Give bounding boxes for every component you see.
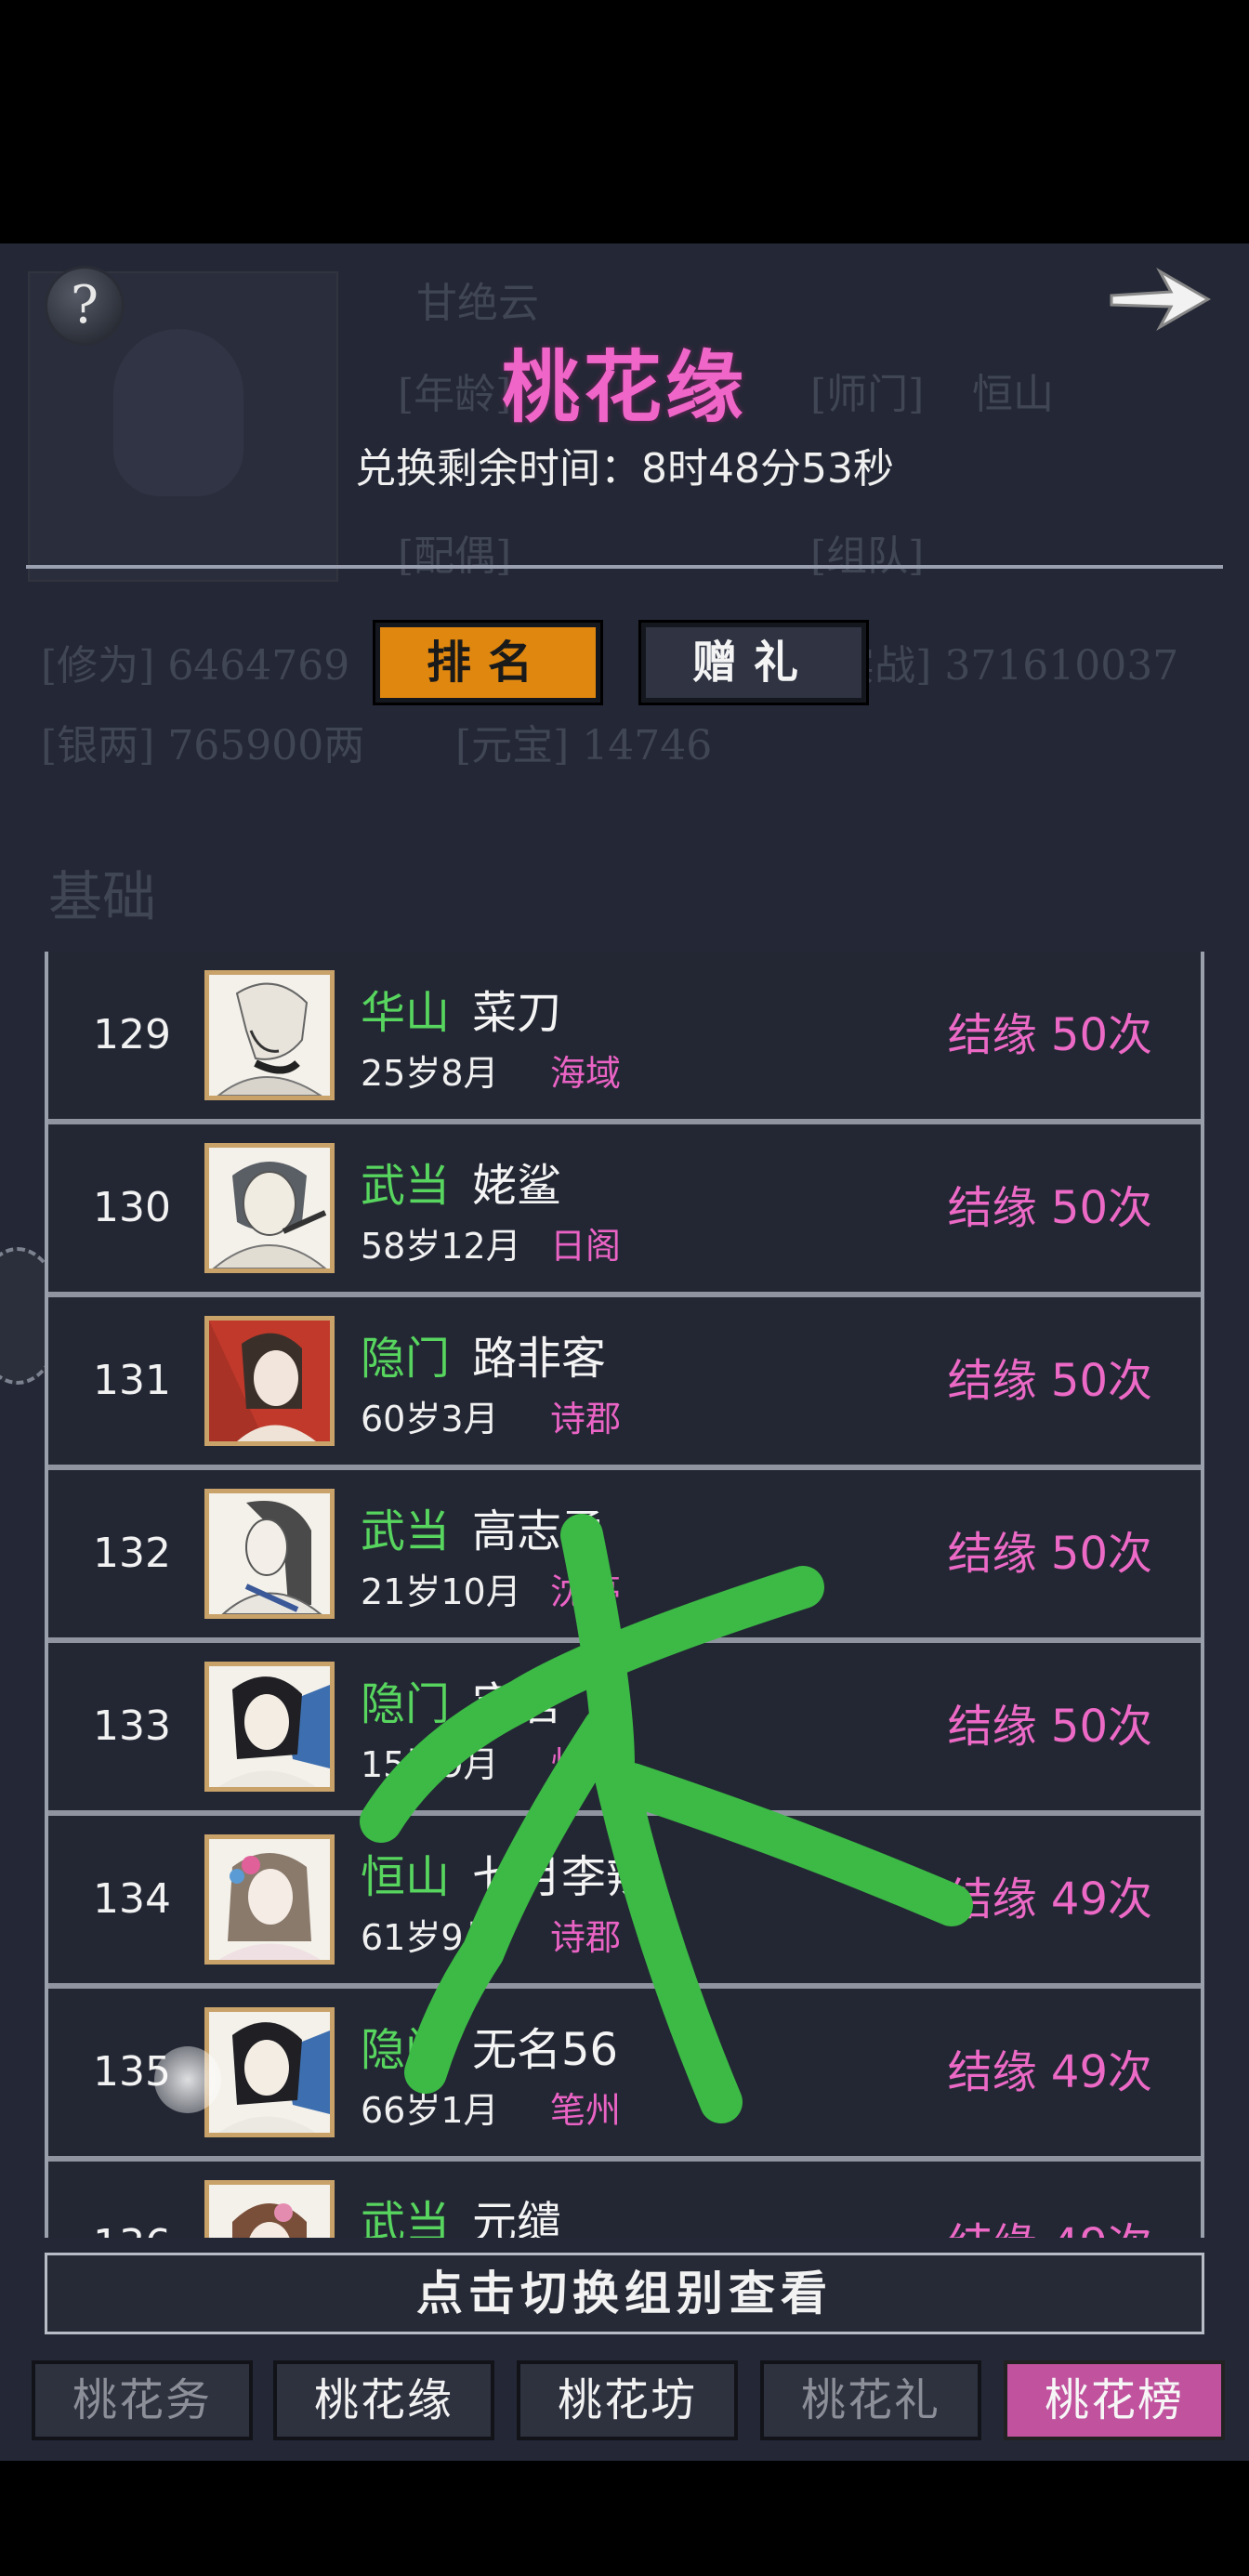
sect-name: 隐门 — [361, 2024, 451, 2076]
avatar — [204, 1489, 335, 1619]
bond-count: 结缘 50次 — [947, 1182, 1152, 1234]
avatar — [204, 1834, 335, 1965]
bond-count: 结缘 49次 — [947, 1873, 1152, 1925]
sect-name: 武当 — [361, 1505, 451, 1557]
player-name: 姥鲨 — [472, 1160, 562, 1212]
bond-count: 结缘 49次 — [948, 2162, 1152, 2238]
background-section-title: 基础 — [48, 865, 157, 928]
player-location: 诗郡 — [550, 1399, 622, 1439]
sect-name: 华山 — [361, 987, 451, 1039]
sect-name: 武当 — [361, 2197, 451, 2238]
sect-name: 隐门 — [361, 1678, 451, 1730]
rank-number: 129 — [93, 1011, 171, 1058]
bond-count: 结缘 50次 — [947, 1701, 1152, 1753]
rank-number: 136 — [76, 2162, 188, 2238]
divider-line — [26, 565, 1223, 569]
player-age: 21岁10月 — [361, 1571, 521, 1612]
player-name: 七月李辣 — [472, 1851, 651, 1903]
player-name: 无名56 — [472, 2024, 619, 2076]
list-item[interactable]: 132 武当 高志勇 21岁10月 沈亭 结缘 50次 — [48, 1470, 1201, 1643]
tab-peach-task[interactable]: 桃花务 — [32, 2360, 253, 2440]
background-team-label: [组队] — [810, 532, 925, 580]
avatar — [204, 2180, 335, 2238]
background-silver: [银两] 765900两 — [41, 722, 365, 769]
tab-gift[interactable]: 赠礼 — [638, 620, 869, 705]
exchange-timer: 兑换剩余时间：8时48分53秒 — [355, 445, 894, 493]
ranking-list[interactable]: 129 华山 菜刀 25岁8月 海域 结缘 50次 130 武当 姥鲨 58岁1… — [45, 952, 1204, 2238]
background-ingot: [元宝] 14746 — [455, 722, 713, 769]
next-arrow-icon[interactable] — [1106, 264, 1214, 335]
list-item[interactable]: 134 恒山 七月李辣 61岁9月 诗郡 结缘 49次 — [48, 1816, 1201, 1989]
player-name: 路非客 — [472, 1333, 607, 1385]
tab-peach-workshop[interactable]: 桃花坊 — [517, 2360, 738, 2440]
list-item[interactable]: 135 隐门 无名56 66岁1月 笔州 结缘 49次 — [48, 1989, 1201, 2162]
player-age: 25岁8月 — [361, 1053, 499, 1094]
tab-peach-fate[interactable]: 桃花缘 — [273, 2360, 494, 2440]
avatar — [204, 970, 335, 1100]
player-location: 海域 — [550, 1053, 622, 1094]
rank-number: 131 — [93, 1357, 171, 1404]
bond-count: 结缘 49次 — [947, 2046, 1152, 2098]
bond-count: 结缘 50次 — [947, 1355, 1152, 1407]
sect-name: 恒山 — [361, 1851, 451, 1903]
page-title: 桃花缘 — [501, 341, 747, 433]
tab-peach-gift[interactable]: 桃花礼 — [760, 2360, 981, 2440]
background-cultivation: [修为] 6464769 — [41, 642, 350, 690]
rank-number: 130 — [93, 1184, 171, 1231]
list-item[interactable]: 133 隐门 宅居 15岁9月 灯 结缘 50次 — [48, 1643, 1201, 1816]
avatar — [204, 2007, 335, 2137]
player-age: 58岁12月 — [361, 1226, 521, 1267]
player-name: 高志勇 — [472, 1505, 607, 1557]
background-combat: [实战] 371610037 — [818, 642, 1179, 690]
rank-number: 133 — [93, 1702, 171, 1750]
player-age: 60岁3月 — [361, 1399, 499, 1439]
list-item[interactable]: 136 武当 元缱 结缘 49次 — [48, 2162, 1201, 2238]
background-name: 甘绝云 — [416, 280, 539, 327]
bond-count: 结缘 50次 — [947, 1009, 1152, 1061]
sect-name: 武当 — [361, 1160, 451, 1212]
list-item[interactable]: 131 隐门 路非客 60岁3月 诗郡 结缘 50次 — [48, 1297, 1201, 1470]
player-age: 66岁1月 — [361, 2090, 499, 2131]
player-name: 元缱 — [472, 2197, 562, 2238]
bond-count: 结缘 50次 — [947, 1528, 1152, 1580]
player-location: 灯 — [550, 1744, 586, 1785]
player-location: 诗郡 — [550, 1917, 622, 1958]
tab-rank[interactable]: 排名 — [373, 620, 603, 705]
touch-indicator — [154, 2046, 221, 2113]
player-name: 宅居 — [472, 1678, 562, 1730]
player-name: 菜刀 — [472, 987, 562, 1039]
list-item[interactable]: 130 武当 姥鲨 58岁12月 日阁 结缘 50次 — [48, 1124, 1201, 1297]
player-location: 沈亭 — [550, 1571, 622, 1612]
rank-number: 134 — [93, 1875, 171, 1923]
background-spouse-label: [配偶] — [398, 532, 512, 580]
game-screen: 甘绝云 [年龄] [师门] 恒山 [配偶] [组队] [修为] 6464769 … — [0, 243, 1249, 2461]
tab-peach-ranking[interactable]: 桃花榜 — [1004, 2360, 1225, 2440]
player-age: 15岁9月 — [361, 1744, 499, 1785]
player-location: 笔州 — [550, 2090, 622, 2131]
switch-group-button[interactable]: 点击切换组别查看 — [45, 2253, 1204, 2334]
player-location: 日阁 — [550, 1226, 622, 1267]
avatar — [204, 1143, 335, 1273]
avatar — [204, 1316, 335, 1446]
rank-number: 132 — [93, 1530, 171, 1577]
avatar — [204, 1662, 335, 1792]
sect-name: 隐门 — [361, 1333, 451, 1385]
list-item[interactable]: 129 华山 菜刀 25岁8月 海域 结缘 50次 — [48, 952, 1201, 1124]
player-age: 61岁9月 — [361, 1917, 499, 1958]
